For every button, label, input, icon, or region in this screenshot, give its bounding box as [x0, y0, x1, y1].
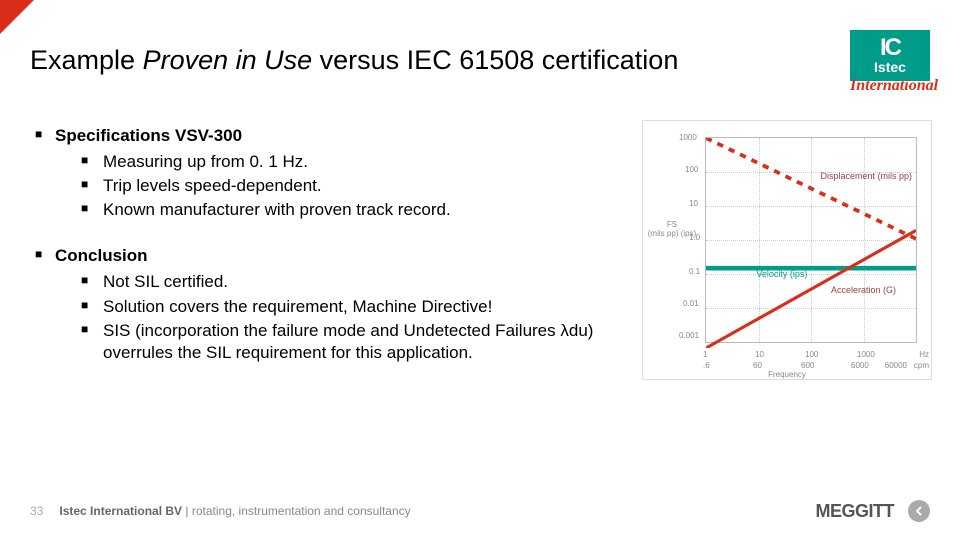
sub-bullet: Trip levels speed-dependent. — [81, 175, 615, 197]
y-tick: 1000 — [679, 133, 697, 142]
x-tick-cpm: 60 — [753, 361, 762, 370]
logo-international: International — [850, 77, 936, 95]
frequency-chart: Displacement (mils pp) Velocity (ips) Ac… — [642, 120, 932, 380]
sub-bullet: Solution covers the requirement, Machine… — [81, 296, 615, 318]
bullet-conclusion: Conclusion Not SIL certified. Solution c… — [35, 245, 615, 363]
footer-text: Istec International BV | rotating, instr… — [59, 504, 410, 518]
legend-displacement: Displacement (mils pp) — [820, 171, 912, 181]
y-tick: 0.01 — [683, 299, 699, 308]
title-pre: Example — [30, 45, 143, 75]
y-tick: 0.001 — [679, 331, 699, 340]
x-tick-hz: 100 — [805, 350, 818, 359]
bullet-heading: Specifications VSV-300 — [55, 126, 242, 145]
sub-bullet: Not SIL certified. — [81, 271, 615, 293]
logo-istec-text: Istec — [858, 60, 922, 75]
x-unit-hz: Hz — [919, 350, 929, 359]
bullet-specifications: Specifications VSV-300 Measuring up from… — [35, 125, 615, 221]
istec-logo: IC Istec International — [850, 30, 930, 95]
legend-acceleration: Acceleration (G) — [831, 285, 896, 295]
x-tick-hz: 10 — [755, 350, 764, 359]
sub-bullet: Measuring up from 0. 1 Hz. — [81, 151, 615, 173]
sub-bullet: SIS (incorporation the failure mode and … — [81, 320, 615, 364]
x-tick-hz: 1 — [703, 350, 707, 359]
y-tick: 100 — [685, 165, 698, 174]
meggitt-logo: MEGGITT — [816, 501, 895, 522]
y-axis-label: FS(mils pp) (ips) — [647, 221, 697, 239]
sub-bullet: Known manufacturer with proven track rec… — [81, 199, 615, 221]
x-tick-cpm: 6000 — [851, 361, 869, 370]
logo-ic: IC — [858, 36, 922, 60]
page-title: Example Proven in Use versus IEC 61508 c… — [30, 45, 678, 76]
x-tick-cpm: .6 — [703, 361, 710, 370]
x-unit-cpm: cpm — [914, 361, 929, 370]
y-tick: 10 — [689, 199, 698, 208]
back-icon[interactable] — [908, 500, 930, 522]
footer: 33 Istec International BV | rotating, in… — [30, 500, 930, 522]
x-tick-cpm: 600 — [801, 361, 814, 370]
x-axis-label: Frequency — [643, 370, 931, 379]
accent-corner — [0, 0, 34, 34]
bullet-heading: Conclusion — [55, 246, 148, 265]
page-number: 33 — [30, 504, 43, 518]
content-body: Specifications VSV-300 Measuring up from… — [35, 125, 615, 370]
x-tick-cpm: 60000 — [885, 361, 907, 370]
x-tick-hz: 1000 — [857, 350, 875, 359]
title-post: versus IEC 61508 certification — [312, 45, 678, 75]
legend-velocity: Velocity (ips) — [756, 269, 807, 279]
title-em: Proven in Use — [143, 45, 313, 75]
plot-area: Displacement (mils pp) Velocity (ips) Ac… — [705, 137, 917, 343]
y-tick: 0.1 — [689, 267, 700, 276]
